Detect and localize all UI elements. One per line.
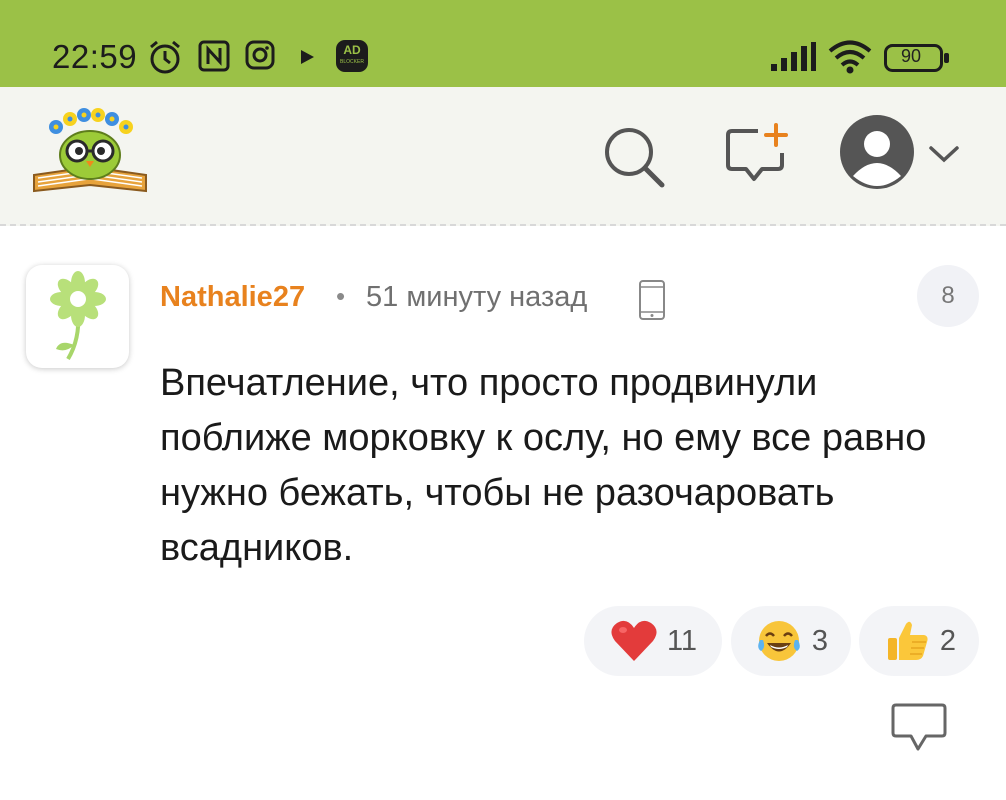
reaction-count: 11: [666, 624, 698, 657]
signal-icon: [771, 42, 816, 71]
mobile-phone-icon: [639, 280, 665, 320]
reaction-heart[interactable]: 11: [584, 606, 722, 676]
heart-icon: [611, 620, 657, 661]
new-post-icon[interactable]: [724, 123, 790, 185]
app-header: [0, 87, 1006, 226]
reaction-count: 2: [939, 624, 957, 657]
reaction-tears-of-joy[interactable]: 3: [731, 606, 851, 676]
comment-rating[interactable]: 8: [917, 265, 979, 327]
tears-of-joy-icon: [758, 621, 800, 661]
status-bar: 22:59 AD BLOCKER 90: [0, 0, 1006, 87]
battery-level: 90: [900, 46, 922, 66]
play-icon: [301, 50, 314, 64]
comment-time: 51 минуту назад: [366, 281, 588, 313]
status-time: 22:59: [52, 38, 138, 75]
search-icon[interactable]: [602, 125, 666, 189]
ad-blocker-icon: AD BLOCKER: [336, 40, 368, 72]
reply-icon[interactable]: [890, 702, 948, 754]
meta-separator: •: [336, 281, 346, 311]
alarm-icon: [150, 40, 180, 74]
comment-author[interactable]: Nathalie27: [160, 281, 305, 314]
thumbs-up-icon: [887, 621, 928, 660]
nfc-icon: [198, 40, 230, 72]
profile-avatar-icon[interactable]: [839, 114, 915, 190]
ad-blocker-sublabel: BLOCKER: [340, 59, 364, 65]
avatar[interactable]: [26, 265, 129, 368]
flower-avatar-icon: [49, 270, 106, 360]
comment-text: Впечатление, что просто продвинули побли…: [160, 362, 927, 569]
ad-blocker-label: AD: [343, 43, 361, 57]
reaction-count: 3: [811, 624, 829, 657]
owl-reading-book-logo[interactable]: [30, 105, 150, 201]
chevron-down-icon[interactable]: [928, 144, 960, 164]
instagram-icon: [245, 40, 275, 70]
wifi-icon: [828, 40, 872, 74]
reaction-thumbs-up[interactable]: 2: [859, 606, 979, 676]
